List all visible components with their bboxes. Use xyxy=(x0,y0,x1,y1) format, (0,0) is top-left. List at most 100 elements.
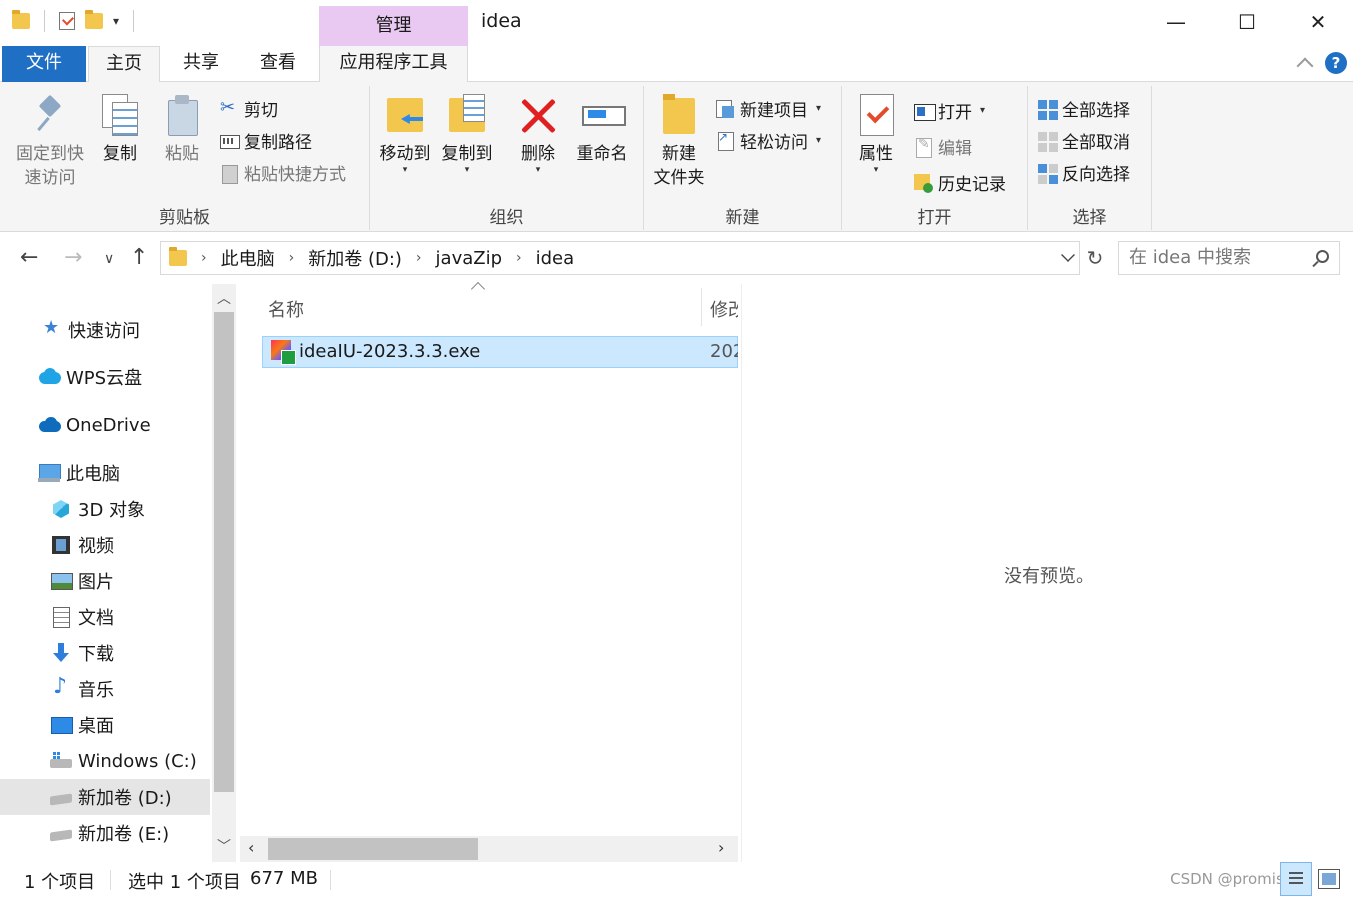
large-icons-view-icon[interactable] xyxy=(1318,869,1340,889)
tab-file[interactable]: 文件 xyxy=(2,46,86,82)
computer-icon xyxy=(38,463,61,483)
move-to-icon xyxy=(385,92,425,138)
edit-button[interactable]: 编辑 xyxy=(914,134,972,159)
file-list: 名称 修改日期 ideaIU-2023.3.3.exe 202 ‹ › xyxy=(240,281,740,862)
new-item-button[interactable]: 新建项目 ▾ xyxy=(716,96,821,121)
copy-to-button[interactable]: 复制到 ▾ xyxy=(436,92,498,175)
column-header-modified[interactable]: 修改日期 xyxy=(710,296,738,322)
nav-item-desktop[interactable]: 桌面 xyxy=(0,707,210,743)
paste-button[interactable]: 粘贴 xyxy=(154,92,210,166)
preview-pane: 没有预览。 xyxy=(741,284,1353,862)
copy-button[interactable]: 复制 xyxy=(92,92,148,166)
select-none-button[interactable]: 全部取消 xyxy=(1038,128,1130,153)
breadcrumb-javazip[interactable]: javaZip xyxy=(436,248,502,269)
maximize-button[interactable]: ☐ xyxy=(1212,0,1282,44)
tab-share[interactable]: 共享 xyxy=(166,46,236,82)
sort-ascending-icon xyxy=(470,281,486,297)
status-selected-count: 选中 1 个项目 xyxy=(128,872,241,893)
nav-item-downloads[interactable]: 下载 xyxy=(0,635,210,671)
chevron-down-icon: ▾ xyxy=(535,165,541,175)
help-icon[interactable]: ? xyxy=(1325,52,1347,74)
paste-shortcut-button[interactable]: 粘贴快捷方式 xyxy=(220,160,346,185)
search-icon[interactable] xyxy=(1316,250,1329,263)
tab-application-tools[interactable]: 应用程序工具 xyxy=(319,46,468,82)
delete-label: 删除 xyxy=(521,144,555,164)
nav-item-videos[interactable]: 视频 xyxy=(0,527,210,563)
nav-item-quick-access[interactable]: 快速访问 xyxy=(0,312,210,348)
file-row[interactable]: ideaIU-2023.3.3.exe 202 xyxy=(262,336,738,368)
group-label-open: 打开 xyxy=(917,208,952,228)
nav-item-this-pc[interactable]: 此电脑 xyxy=(0,455,210,491)
breadcrumb-separator[interactable]: › xyxy=(201,250,207,266)
nav-item-pictures[interactable]: 图片 xyxy=(0,563,210,599)
group-label-clipboard: 剪贴板 xyxy=(159,208,210,228)
details-view-icon[interactable] xyxy=(1280,862,1312,896)
ribbon-tabs: 文件 主页 共享 查看 应用程序工具 ? xyxy=(0,46,1353,83)
nav-item-onedrive[interactable]: OneDrive xyxy=(0,407,210,443)
back-button[interactable]: ← xyxy=(20,245,38,270)
nav-item-drive-e[interactable]: 新加卷 (E:) xyxy=(0,815,210,851)
desktop-icon xyxy=(50,715,73,735)
nav-item-label: 快速访问 xyxy=(68,321,140,342)
file-list-horizontal-scrollbar[interactable]: ‹ › xyxy=(240,836,738,862)
scroll-down-arrow-icon[interactable]: ﹀ xyxy=(212,836,236,856)
history-button[interactable]: 历史记录 xyxy=(914,170,1006,195)
breadcrumb-separator[interactable]: › xyxy=(516,250,522,266)
breadcrumb-separator[interactable]: › xyxy=(416,250,422,266)
properties-quick-icon[interactable] xyxy=(59,12,75,30)
collapse-ribbon-icon[interactable] xyxy=(1296,57,1314,75)
easy-access-button[interactable]: 轻松访问 ▾ xyxy=(716,128,821,153)
copy-path-button[interactable]: 复制路径 xyxy=(220,128,312,153)
up-button[interactable]: ↑ xyxy=(130,245,148,270)
history-icon xyxy=(914,173,933,193)
invert-selection-button[interactable]: 反向选择 xyxy=(1038,160,1130,185)
recent-locations-dropdown[interactable]: ∨ xyxy=(104,251,114,267)
search-input[interactable]: 在 idea 中搜索 xyxy=(1118,241,1340,275)
delete-button[interactable]: 删除 ▾ xyxy=(510,92,566,175)
pin-label-line2: 速访问 xyxy=(24,168,76,188)
new-item-label: 新建项目 xyxy=(740,101,808,121)
new-folder-quick-icon[interactable] xyxy=(85,10,103,29)
forward-button[interactable]: → xyxy=(64,245,82,270)
tab-view[interactable]: 查看 xyxy=(244,46,312,82)
scrollbar-thumb[interactable] xyxy=(268,838,478,860)
pin-to-quick-access-button[interactable]: 固定到快 速访问 xyxy=(10,92,90,190)
nav-item-wps-cloud[interactable]: WPS云盘 xyxy=(0,359,210,395)
select-all-button[interactable]: 全部选择 xyxy=(1038,96,1130,121)
breadcrumb-idea[interactable]: idea xyxy=(536,248,575,269)
breadcrumb-separator[interactable]: › xyxy=(289,250,295,266)
address-history-dropdown-icon[interactable] xyxy=(1061,248,1075,262)
cut-button[interactable]: 剪切 xyxy=(220,96,278,122)
address-bar[interactable]: › 此电脑 › 新加卷 (D:) › javaZip › idea xyxy=(160,241,1080,275)
new-folder-button[interactable]: 新建 文件夹 xyxy=(648,92,710,190)
file-name: ideaIU-2023.3.3.exe xyxy=(299,341,481,362)
breadcrumb-this-pc[interactable]: 此电脑 xyxy=(221,245,275,271)
refresh-button[interactable]: ↻ xyxy=(1082,241,1108,275)
open-button[interactable]: 打开 ▾ xyxy=(914,98,985,123)
context-tab-manage[interactable]: 管理 xyxy=(319,6,468,46)
chevron-down-icon: ▾ xyxy=(464,165,470,175)
nav-item-music[interactable]: 音乐 xyxy=(0,671,210,707)
nav-pane-scrollbar[interactable]: ︿ ﹀ xyxy=(212,284,236,862)
properties-button[interactable]: 属性 ▾ xyxy=(848,92,904,175)
nav-item-3d-objects[interactable]: 3D 对象 xyxy=(0,491,210,527)
group-label-select: 选择 xyxy=(1072,208,1107,228)
tab-home[interactable]: 主页 xyxy=(88,46,160,83)
breadcrumb-drive-d[interactable]: 新加卷 (D:) xyxy=(308,245,402,271)
scroll-up-arrow-icon[interactable]: ︿ xyxy=(212,288,236,308)
close-button[interactable]: ✕ xyxy=(1283,0,1353,44)
nav-item-drive-d[interactable]: 新加卷 (D:) xyxy=(0,779,210,815)
minimize-icon: — xyxy=(1166,10,1186,34)
scroll-left-arrow-icon[interactable]: ‹ xyxy=(248,838,254,857)
customize-toolbar-dropdown-icon[interactable]: ▾ xyxy=(113,14,119,28)
nav-item-drive-c[interactable]: Windows (C:) xyxy=(0,743,210,779)
scroll-right-arrow-icon[interactable]: › xyxy=(718,838,724,857)
status-item-count: 1 个项目 xyxy=(24,872,96,893)
column-divider[interactable] xyxy=(701,288,702,326)
move-to-button[interactable]: 移动到 ▾ xyxy=(374,92,436,175)
minimize-button[interactable]: — xyxy=(1141,0,1211,44)
column-header-name[interactable]: 名称 xyxy=(268,296,304,322)
rename-button[interactable]: 重命名 xyxy=(570,92,634,166)
scrollbar-thumb[interactable] xyxy=(214,312,234,792)
nav-item-documents[interactable]: 文档 xyxy=(0,599,210,635)
